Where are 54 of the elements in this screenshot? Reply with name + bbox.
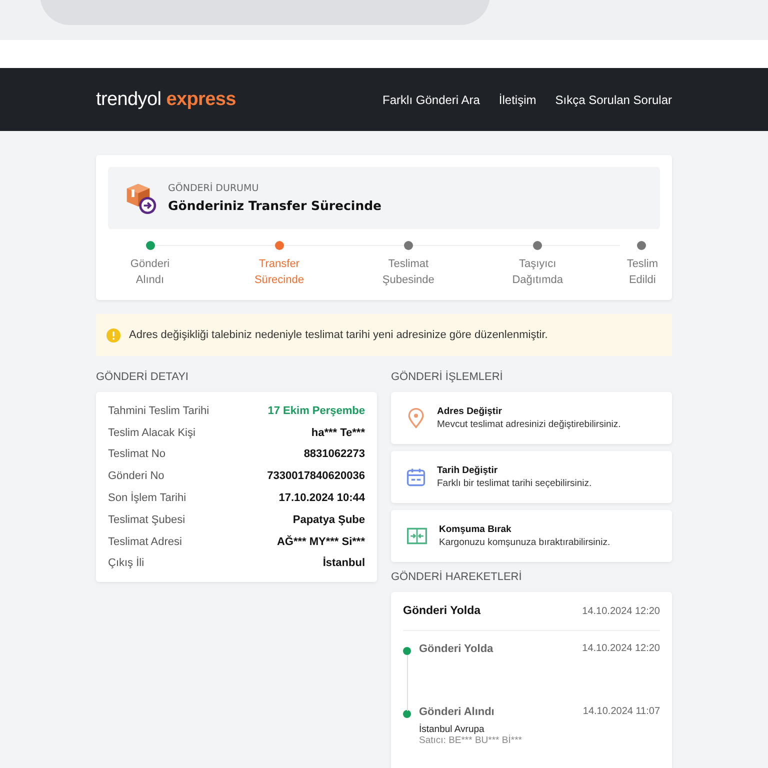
step-label: Taşıyıcı Dağıtımda bbox=[512, 257, 563, 288]
action-description: Farklı bir teslimat tarihi seçebilirsiniz. bbox=[437, 478, 592, 489]
calendar-icon bbox=[405, 466, 427, 488]
section-title: GÖNDERİ İŞLEMLERİ bbox=[391, 371, 504, 383]
detail-label: Çıkış İli bbox=[108, 557, 144, 570]
status-label: GÖNDERİ DURUMU bbox=[168, 183, 260, 194]
event-title: Gönderi Yolda bbox=[419, 643, 494, 655]
status-title: Gönderiniz Transfer Sürecinde bbox=[168, 198, 382, 213]
step-label: Transfer Sürecinde bbox=[254, 257, 304, 288]
action-title: Komşuma Bırak bbox=[439, 524, 512, 535]
notice-text: Adres değişikliği talebiniz nedeniyle teslimat tarihi yeni adresinize göre düzenlenmiştir. bbox=[129, 329, 548, 341]
detail-label: Teslimat Adresi bbox=[108, 536, 182, 548]
action-description: Mevcut teslimat adresinizi değiştirebilirsiniz. bbox=[437, 419, 621, 430]
detail-value: 7330017840620036 bbox=[267, 470, 365, 482]
step-label: Teslim Edildi bbox=[626, 257, 658, 288]
event-date: 14.10.2024 11:07 bbox=[582, 706, 660, 718]
nav-link[interactable]: İletişim bbox=[498, 92, 536, 106]
detail-value: ha*** Te*** bbox=[311, 426, 365, 439]
movement-heading: Gönderi Yolda bbox=[403, 605, 481, 617]
section-title: GÖNDERİ HAREKETLERİ bbox=[391, 571, 523, 583]
nav-link[interactable]: Sıkça Sorulan Sorular bbox=[555, 92, 672, 106]
action-title: Adres Değiştir bbox=[437, 406, 503, 417]
section-title: GÖNDERİ DETAYI bbox=[96, 371, 190, 383]
step-label: Teslimat Şubesinde bbox=[382, 257, 434, 288]
event-dot bbox=[403, 710, 411, 718]
step-label: Gönderi Alındı bbox=[130, 257, 170, 288]
detail-value: İstanbul bbox=[322, 557, 365, 570]
event-location: İstanbul Avrupa bbox=[419, 724, 486, 735]
movement-date: 14.10.2024 12:20 bbox=[582, 606, 660, 616]
detail-value: AĞ*** MY*** Si*** bbox=[276, 536, 365, 548]
event-date: 14.10.2024 12:20 bbox=[582, 643, 660, 655]
action-card[interactable]: Komşuma Bırak Kargonuzu komşunuza bıraktırabilirsiniz. bbox=[391, 510, 672, 562]
detail-label: Gönderi No bbox=[108, 470, 164, 482]
detail-label: Tahmini Teslim Tarihi bbox=[108, 404, 210, 417]
detail-label: Son İşlem Tarihi bbox=[108, 492, 186, 504]
detail-label: Teslimat No bbox=[108, 448, 166, 460]
nav-link[interactable]: Farklı Gönderi Ara bbox=[382, 92, 480, 106]
action-card[interactable]: Adres Değiştir Mevcut teslimat adresinizi değiştirebilirsiniz. bbox=[391, 392, 672, 444]
action-title: Tarih Değiştir bbox=[437, 465, 499, 476]
warning-icon bbox=[106, 328, 121, 342]
door-exchange-icon bbox=[405, 525, 429, 547]
detail-value: 8831062273 bbox=[304, 448, 365, 460]
detail-label: Teslim Alacak Kişi bbox=[108, 426, 196, 439]
action-card[interactable]: Tarih Değiştir Farklı bir teslimat tarihi seçebilirsiniz. bbox=[391, 451, 672, 503]
action-description: Kargonuzu komşunuza bıraktırabilirsiniz. bbox=[439, 537, 610, 548]
logo[interactable]: trendyol express bbox=[96, 88, 236, 110]
detail-label: Teslimat Şubesi bbox=[108, 514, 186, 526]
detail-value: 17.10.2024 10:44 bbox=[278, 492, 365, 504]
detail-value: Papatya Şube bbox=[292, 514, 365, 526]
event-dot bbox=[403, 647, 411, 655]
package-icon bbox=[124, 181, 158, 215]
event-title: Gönderi Alındı bbox=[419, 706, 494, 718]
detail-value: 17 Ekim Perşembe bbox=[268, 404, 365, 417]
event-seller: Satıcı: BE*** BU*** Bİ*** bbox=[419, 735, 523, 746]
